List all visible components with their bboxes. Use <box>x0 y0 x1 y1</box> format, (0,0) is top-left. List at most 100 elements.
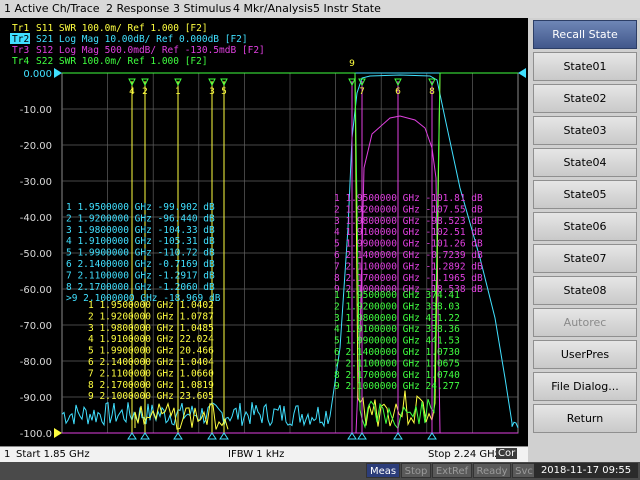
trace-headers: Tr1 S11 SWR 100.0m/ Ref 1.000 [F2] Tr2 S21 … <box>10 23 265 67</box>
y-axis-label: -70.00 <box>20 321 52 332</box>
y-axis-label: -40.00 <box>20 213 52 224</box>
menu-active-ch-trace[interactable]: 1 Active Ch/Trace <box>4 2 100 15</box>
marker-row-s22: 8 2.1700000 GHz 1.0740 <box>334 370 460 381</box>
file-dialog-button[interactable]: File Dialog... <box>533 372 637 401</box>
marker-tables: 1 1.9500000 GHz -99.902 dB2 1.9200000 GH… <box>66 193 483 402</box>
y-axis-label: 0.000 <box>23 69 52 80</box>
extref-indicator: ExtRef <box>432 463 472 478</box>
state07-button[interactable]: State07 <box>533 244 637 273</box>
state08-button[interactable]: State08 <box>533 276 637 305</box>
marker-row-s12: 1 1.9500000 GHz -101.81 dB <box>334 193 483 204</box>
marker-number-label: 7 <box>359 87 365 97</box>
marker-row-s21: 7 2.1100000 GHz -1.2917 dB <box>66 270 215 281</box>
marker-triangle <box>207 432 217 440</box>
marker-row-s21: 8 2.1700000 GHz -1.2060 dB <box>66 282 215 293</box>
y-axis-label: -20.00 <box>20 141 52 152</box>
state03-button[interactable]: State03 <box>533 116 637 145</box>
marker-row-s11: 4 1.9100000 GHz 22.024 <box>88 334 214 345</box>
marker-number-label: 1 <box>175 87 181 97</box>
y-axis-label: -100.0 <box>20 429 52 440</box>
channel-status-bar: 1 Start 1.85 GHz IFBW 1 kHz Stop 2.24 GH… <box>0 446 528 463</box>
state04-button[interactable]: State04 <box>533 148 637 177</box>
marker-row-s22: 6 2.1400000 GHz 1.0730 <box>334 347 460 358</box>
marker-row-s22: 4 1.9100000 GHz 338.36 <box>334 324 460 335</box>
marker-row-s22: 7 2.1100000 GHz 1.0675 <box>334 358 460 369</box>
start-frequency[interactable]: Start 1.85 GHz <box>16 449 90 460</box>
marker-triangle <box>173 432 183 440</box>
autorec-button[interactable]: Autorec <box>533 308 637 337</box>
userpres-button[interactable]: UserPres <box>533 340 637 369</box>
marker-row-s11: 9 2.1000000 GHz 23.605 <box>88 391 214 402</box>
marker-row-s12: 5 1.9900000 GHz -101.26 dB <box>334 239 483 250</box>
state05-button[interactable]: State05 <box>533 180 637 209</box>
recall-state-title: Recall State <box>533 20 637 49</box>
trace-header-label: Tr2 <box>12 34 29 45</box>
stop-frequency[interactable]: Stop 2.24 GHz <box>428 449 500 460</box>
marker-row-s21: 2 1.9200000 GHz -96.440 dB <box>66 213 215 224</box>
correction-badge: Cor <box>496 448 518 459</box>
menu-instr-state[interactable]: 5 Instr State <box>313 2 381 15</box>
y-axis-label: -60.00 <box>20 285 52 296</box>
marker-number-label: 5 <box>221 87 227 97</box>
menu-mkr-analysis[interactable]: 4 Mkr/Analysis <box>233 2 313 15</box>
ref-right-arrow <box>518 68 526 78</box>
menu-stimulus[interactable]: 3 Stimulus <box>173 2 231 15</box>
trace-plot-svg: 0.000 -10.00 -20.00 -30.00 -40.00 -50.00 -60.0… <box>10 23 526 440</box>
marker-row-s22: 3 1.9800000 GHz 431.22 <box>334 313 460 324</box>
marker-row-s11: 7 2.1100000 GHz 1.0660 <box>88 368 214 379</box>
marker-triangle <box>357 432 367 440</box>
state01-button[interactable]: State01 <box>533 52 637 81</box>
marker-number-label: 6 <box>395 87 401 97</box>
marker-row-s11: 5 1.9900000 GHz 20.466 <box>88 346 214 357</box>
marker-number-label: 8 <box>429 87 435 97</box>
menu-response[interactable]: 2 Response <box>106 2 169 15</box>
return-button[interactable]: Return <box>533 404 637 433</box>
marker-row-s22: 1 1.9500000 GHz 374.41 <box>334 290 460 301</box>
state06-button[interactable]: State06 <box>533 212 637 241</box>
marker-row-s21: 1 1.9500000 GHz -99.902 dB <box>66 202 215 213</box>
marker-triangle <box>427 432 437 440</box>
softkey-panel: Recall State State01 State02 State03 Sta… <box>528 18 640 462</box>
ifbw-value[interactable]: IFBW 1 kHz <box>228 449 284 460</box>
trace-display[interactable]: 0.000 -10.00 -20.00 -30.00 -40.00 -50.00 -60.0… <box>0 18 528 446</box>
menu-bar: 1 Active Ch/Trace 2 Response 3 Stimulus … <box>0 0 640 19</box>
marker-row-s11: 3 1.9800000 GHz 1.0485 <box>88 323 214 334</box>
marker-row-s12: 6 2.1400000 GHz -0.7239 dB <box>334 250 483 261</box>
marker-row-s12: 2 1.9200000 GHz -107.55 dB <box>334 204 483 215</box>
marker-row-s22: 9 2.1000000 GHz 24.277 <box>334 381 460 392</box>
marker-row-s12: 7 2.1100000 GHz -1.2892 dB <box>334 261 483 272</box>
trace-header-text: S11 SWR 100.0m/ Ref 1.000 [F2] <box>36 23 208 34</box>
trace-header-label: Tr4 <box>12 56 29 67</box>
marker-triangle <box>347 432 357 440</box>
channel-number: 1 <box>4 449 11 460</box>
y-axis-label: -10.00 <box>20 105 52 116</box>
marker-row-s11: 8 2.1700000 GHz 1.0819 <box>88 380 214 391</box>
trace-header-text: S22 SWR 100.0m/ Ref 1.000 [F2] <box>36 56 208 67</box>
marker-row-s12: 3 1.9800000 GHz -98.523 dB <box>334 216 483 227</box>
marker-row-s12: 8 2.1700000 GHz -1.1965 dB <box>334 273 483 284</box>
trace-header-text: S21 Log Mag 10.00dB/ Ref 0.000dB [F2] <box>36 34 248 45</box>
marker-number-label: 9 <box>349 59 355 69</box>
marker-row-s11: 6 2.1400000 GHz 1.0404 <box>88 357 214 368</box>
trace-header-label: Tr3 <box>12 45 29 56</box>
marker-row-s21: 3 1.9800000 GHz -104.33 dB <box>66 225 215 236</box>
trace-header-text: S12 Log Mag 500.0mdB/ Ref -130.5mdB [F2] <box>36 45 265 56</box>
ready-indicator: Ready <box>473 463 511 478</box>
marker-number-label: 3 <box>209 87 215 97</box>
marker-triangle <box>127 432 137 440</box>
marker-triangle <box>393 432 403 440</box>
datetime-display: 2018-11-17 09:55 <box>534 463 638 478</box>
marker-row-s22: 5 1.9900000 GHz 441.53 <box>334 336 460 347</box>
bottom-left-arrow <box>54 428 62 438</box>
svc-indicator: Svc <box>512 463 536 478</box>
state02-button[interactable]: State02 <box>533 84 637 113</box>
meas-indicator: Meas <box>366 463 400 478</box>
marker-row-s22: 2 1.9200000 GHz 338.03 <box>334 301 460 312</box>
marker-row-s11: 2 1.9200000 GHz 1.0787 <box>88 311 214 322</box>
marker-row-s21: 6 2.1400000 GHz -0.7169 dB <box>66 259 215 270</box>
marker-row-s12: 4 1.9100000 GHz -102.51 dB <box>334 227 483 238</box>
stop-indicator: Stop <box>401 463 431 478</box>
y-axis-label: -30.00 <box>20 177 52 188</box>
trace-header-label: Tr1 <box>12 23 29 34</box>
y-axis-label: -80.00 <box>20 357 52 368</box>
